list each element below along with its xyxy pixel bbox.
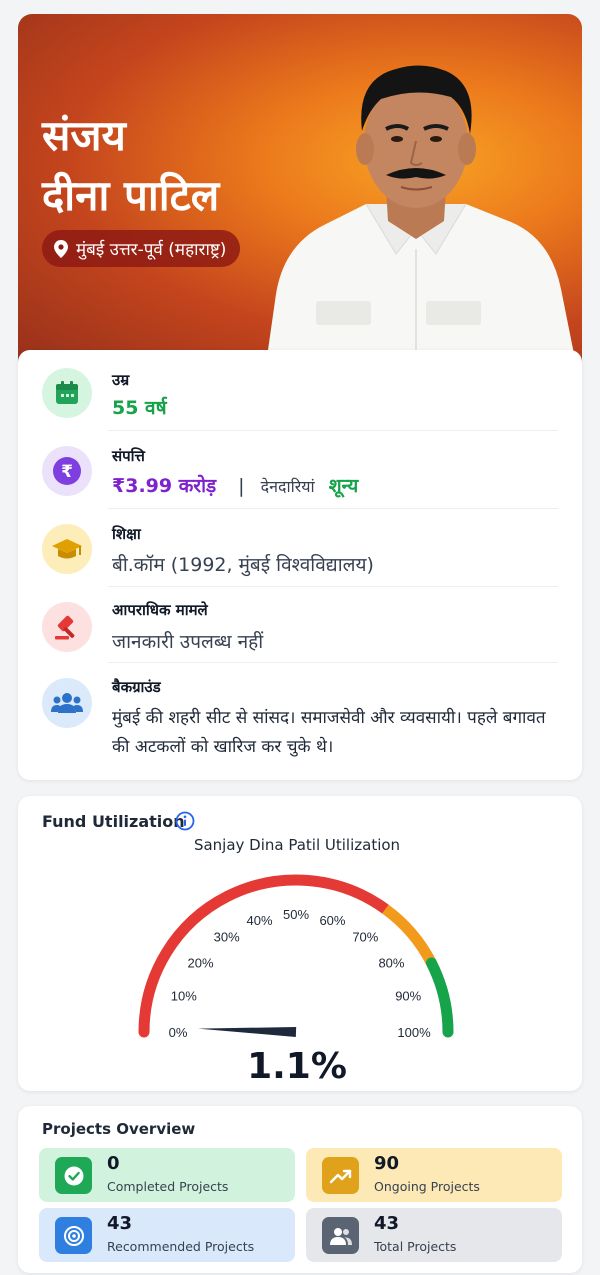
- recommended-projects-count: 43: [107, 1213, 133, 1234]
- age-value: 55 वर्ष: [112, 397, 167, 419]
- candidate-name-line1: संजय: [42, 111, 126, 160]
- location-badge: मुंबई उत्तर-पूर्व (महाराष्ट्र): [42, 230, 241, 267]
- ongoing-projects-tile[interactable]: 90 Ongoing Projects: [306, 1148, 562, 1202]
- total-projects-label: Total Projects: [374, 1239, 457, 1254]
- check-circle-icon: [64, 1166, 83, 1185]
- gauge-tick-label: 0%: [169, 1025, 188, 1040]
- recommended-icon-box: [55, 1217, 92, 1254]
- age-label: उम्र: [112, 371, 130, 389]
- gauge-tick-label: 50%: [283, 907, 309, 922]
- gavel-icon: [55, 615, 75, 640]
- calendar-icon: [56, 381, 78, 404]
- background-label: बैकग्राउंड: [112, 678, 161, 696]
- completed-projects-count: 0: [107, 1153, 120, 1174]
- assets-value: ₹3.99 करोड़: [112, 475, 217, 497]
- divider: [108, 430, 558, 431]
- gauge-tick-label: 60%: [319, 913, 345, 928]
- ongoing-projects-label: Ongoing Projects: [374, 1179, 480, 1194]
- gauge-tick-label: 80%: [378, 956, 404, 971]
- svg-text:₹: ₹: [61, 462, 73, 482]
- candidate-info-card: उम्र 55 वर्ष ₹ संपत्ति ₹3.99 करोड़ | देनदा…: [18, 350, 582, 780]
- divider: [108, 586, 558, 587]
- ongoing-icon-box: [322, 1157, 359, 1194]
- total-projects-count: 43: [374, 1213, 400, 1234]
- education-label: शिक्षा: [112, 525, 141, 543]
- gauge-value-label: 1.1%: [247, 1046, 347, 1087]
- education-value: बी.कॉम (1992, मुंबई विश्वविद्यालय): [112, 554, 374, 576]
- gauge-tick-label: 90%: [395, 989, 421, 1004]
- liabilities-value: शून्य: [328, 475, 359, 497]
- location-pin-icon: [54, 239, 68, 258]
- criminal-value: जानकारी उपलब्ध नहीं: [112, 631, 264, 653]
- target-icon: [63, 1225, 84, 1246]
- candidate-name: संजय दीना पाटिल: [42, 106, 219, 226]
- gauge-tick-label: 40%: [247, 913, 273, 928]
- recommended-projects-tile[interactable]: 43 Recommended Projects: [39, 1208, 295, 1262]
- assets-label: संपत्ति: [112, 447, 145, 465]
- completed-icon-box: [55, 1157, 92, 1194]
- people-icon: [51, 693, 83, 713]
- completed-projects-tile[interactable]: 0 Completed Projects: [39, 1148, 295, 1202]
- gauge-tick-label: 100%: [397, 1025, 431, 1040]
- gauge-tick-label: 10%: [171, 989, 197, 1004]
- gauge-tick-label: 70%: [352, 930, 378, 945]
- education-icon-circle: [42, 524, 92, 574]
- gauge-tick-label: 30%: [214, 930, 240, 945]
- trending-up-icon: [329, 1169, 351, 1183]
- fund-utilization-card: Fund Utilization Sanjay Dina Patil Utili…: [18, 796, 582, 1091]
- candidate-name-line2: दीना पाटिल: [42, 171, 220, 220]
- utilization-gauge: 0% 10% 20%30% 40% 50% 60% 70%80% 90% 100%: [138, 874, 454, 1040]
- gauge-band-2: [425, 957, 454, 1038]
- total-projects-tile[interactable]: 43 Total Projects: [306, 1208, 562, 1262]
- rupee-icon: ₹: [53, 457, 81, 485]
- ongoing-projects-count: 90: [374, 1153, 400, 1174]
- completed-projects-label: Completed Projects: [107, 1179, 229, 1194]
- background-icon-circle: [42, 678, 92, 728]
- assets-row: ₹3.99 करोड़ | देनदारियां शून्य: [112, 472, 358, 498]
- gauge-tick-label: 20%: [188, 956, 214, 971]
- criminal-icon-circle: [42, 602, 92, 652]
- criminal-label: आपराधिक मामले: [112, 601, 208, 619]
- projects-overview-title: Projects Overview: [42, 1120, 196, 1138]
- assets-separator: |: [238, 475, 245, 497]
- gauge-band-0: [138, 874, 391, 1038]
- profile-hero: संजय दीना पाटिल मुंबई उत्तर-पूर्व (महारा…: [18, 14, 582, 364]
- divider: [108, 662, 558, 663]
- gauge-needle: [198, 1027, 297, 1037]
- recommended-projects-label: Recommended Projects: [107, 1239, 255, 1254]
- age-icon-circle: [42, 368, 92, 418]
- candidate-portrait: [266, 65, 576, 364]
- users-icon: [329, 1227, 352, 1245]
- total-icon-box: [322, 1217, 359, 1254]
- graduation-cap-icon: [52, 539, 82, 559]
- divider: [108, 508, 558, 509]
- assets-icon-circle: ₹: [42, 446, 92, 496]
- background-value: मुंबई की शहरी सीट से सांसद। समाजसेवी और …: [112, 708, 546, 757]
- location-text: मुंबई उत्तर-पूर्व (महाराष्ट्र): [76, 240, 227, 260]
- projects-overview-card: Projects Overview 0 Completed Projects 9…: [18, 1106, 582, 1273]
- liabilities-label: देनदारियां: [260, 477, 315, 496]
